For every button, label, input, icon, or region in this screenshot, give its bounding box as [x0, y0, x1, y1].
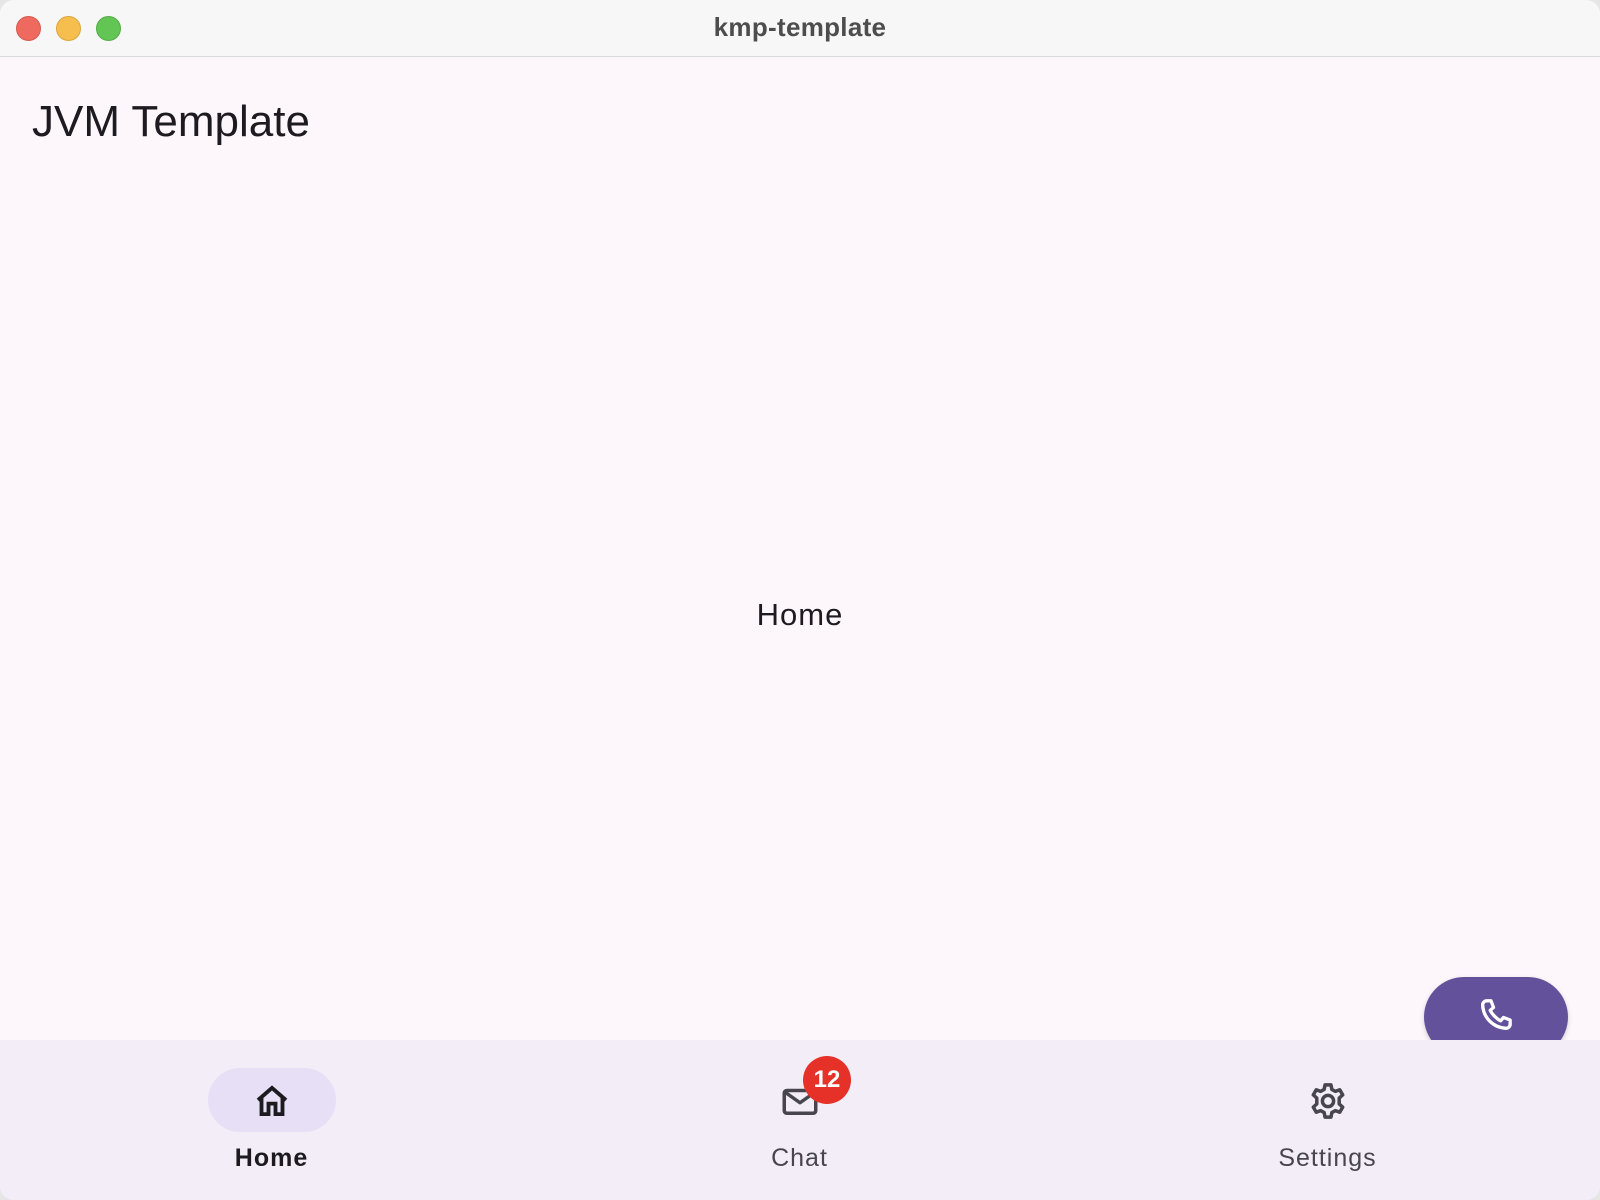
window-title: kmp-template — [713, 12, 887, 42]
home-icon — [251, 1080, 293, 1122]
nav-item-label: Chat — [771, 1144, 828, 1172]
nav-item-settings[interactable]: Settings — [1061, 1040, 1594, 1200]
nav-item-label: Settings — [1278, 1144, 1377, 1172]
main-content: JVM Template Home — [0, 57, 1600, 1057]
page-title: JVM Template — [32, 97, 310, 146]
title-bar: kmp-template — [0, 0, 1600, 57]
phone-icon — [1476, 995, 1516, 1040]
screen-content-text: Home — [756, 597, 844, 632]
nav-item-home[interactable]: Home — [5, 1040, 538, 1200]
nav-item-chat[interactable]: 12 Chat — [533, 1040, 1066, 1200]
nav-item-label: Home — [234, 1144, 309, 1172]
bottom-navigation-bar: Home 12 Chat Settings — [0, 1040, 1600, 1200]
app-window: kmp-template JVM Template Home Home 12 C… — [0, 0, 1600, 1200]
unread-count-badge: 12 — [803, 1056, 851, 1104]
gear-icon — [1307, 1080, 1349, 1122]
